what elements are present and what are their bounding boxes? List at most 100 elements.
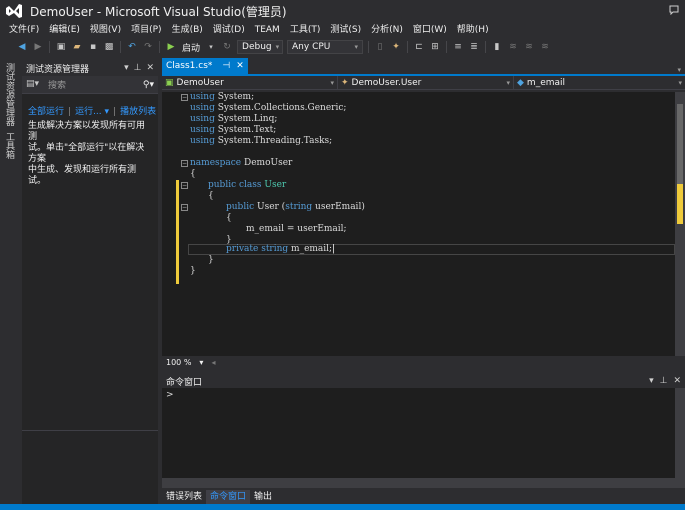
feedback-icon[interactable]	[669, 5, 679, 16]
solution-config-select[interactable]: Debug ▾	[237, 40, 284, 54]
class-dropdown[interactable]: ✦ DemoUser.User ▾	[338, 76, 514, 90]
menu-project[interactable]: 项目(P)	[126, 22, 166, 38]
chevron-down-icon[interactable]: ▾	[673, 66, 685, 74]
tab-class1-cs[interactable]: Class1.cs* ⊣ ✕	[162, 58, 248, 74]
new-project-icon[interactable]: ▣	[55, 41, 67, 53]
close-icon[interactable]: ✕	[673, 376, 681, 386]
collapse-icon[interactable]: −	[181, 160, 188, 167]
menu-view[interactable]: 视图(V)	[85, 22, 126, 38]
navigate-back-icon[interactable]: ◀	[16, 41, 28, 53]
field-icon: ◆	[517, 78, 524, 88]
redo-icon[interactable]: ↷	[142, 41, 154, 53]
run-all-link[interactable]: 全部运行	[28, 107, 64, 117]
code-text: User (	[254, 202, 286, 212]
code-text: System.Linq;	[214, 114, 278, 124]
chevron-down-icon[interactable]: ▾	[195, 358, 207, 367]
code-keyword: using	[190, 114, 215, 124]
code-line: using System.Linq;	[190, 114, 277, 125]
group-by-icon[interactable]: ▤▾	[26, 79, 40, 91]
project-dropdown[interactable]: ▣ DemoUser ▾	[162, 76, 338, 90]
tab-command-window[interactable]: 命令窗口	[206, 490, 251, 504]
uncomment-icon[interactable]: ≣	[468, 41, 480, 53]
menu-analyze[interactable]: 分析(N)	[366, 22, 408, 38]
toolbar-separator	[485, 41, 487, 53]
undo-icon[interactable]: ↶	[126, 41, 138, 53]
pin-icon[interactable]: ⊥	[134, 63, 142, 73]
menu-build[interactable]: 生成(B)	[167, 22, 208, 38]
link-separator: |	[113, 107, 117, 117]
comment-icon[interactable]: ≡	[452, 41, 464, 53]
tab-output[interactable]: 输出	[250, 490, 276, 504]
next-bookmark-icon[interactable]: ≋	[523, 41, 535, 53]
zoom-level-select[interactable]: 100 %	[162, 358, 195, 367]
code-text: {	[190, 169, 196, 179]
editor-vertical-scrollbar[interactable]	[675, 92, 685, 356]
solution-config-value: Debug	[242, 42, 272, 52]
pin-icon[interactable]: ⊣	[222, 61, 230, 71]
member-dropdown[interactable]: ◆ m_email ▾	[514, 76, 685, 90]
close-icon[interactable]: ✕	[236, 61, 244, 71]
scroll-left-icon[interactable]: ◂	[207, 358, 219, 367]
test-explorer-title: 测试资源管理器	[26, 64, 90, 75]
menu-window[interactable]: 窗口(W)	[408, 22, 452, 38]
chevron-down-icon[interactable]: ▾	[649, 376, 654, 386]
clear-bookmarks-icon[interactable]: ≋	[539, 41, 551, 53]
tab-toolbox[interactable]: 工具箱	[0, 129, 18, 162]
search-icon[interactable]: ⚲▾	[143, 80, 154, 90]
test-explorer-header: 测试资源管理器 ▾ ⊥ ✕	[22, 60, 158, 76]
chevron-down-icon[interactable]: ▾	[205, 41, 217, 53]
code-text: DemoUser	[241, 158, 293, 168]
solution-platform-select[interactable]: Any CPU ▾	[287, 40, 364, 54]
code-line: private string m_email;|	[226, 244, 335, 255]
command-input[interactable]: >	[162, 388, 685, 402]
menu-debug[interactable]: 调试(D)	[208, 22, 250, 38]
bottom-tool-tabs: 错误列表 命令窗口 输出	[162, 490, 685, 504]
solution-explorer-icon[interactable]: ⊏	[413, 41, 425, 53]
code-keyword: namespace	[190, 158, 242, 168]
menu-test[interactable]: 测试(S)	[325, 22, 366, 38]
command-vertical-scrollbar[interactable]	[675, 388, 685, 488]
tab-error-list[interactable]: 错误列表	[162, 490, 206, 504]
start-button[interactable]: 启动	[182, 41, 200, 54]
start-debug-icon[interactable]: ▶	[165, 41, 177, 53]
pin-icon[interactable]: ⊥	[660, 376, 668, 386]
find-in-files-icon[interactable]: ▯	[374, 41, 386, 53]
toolbar-separator	[159, 41, 160, 53]
tab-test-explorer[interactable]: 测试资源管理器	[0, 60, 18, 129]
toolbar-separator	[446, 41, 448, 53]
menu-file[interactable]: 文件(F)	[4, 22, 44, 38]
document-tab-bar: Class1.cs* ⊣ ✕ ▾	[162, 58, 685, 76]
playlist-link[interactable]: 播放列表	[120, 107, 156, 117]
menu-tools[interactable]: 工具(T)	[285, 22, 326, 38]
test-search-input[interactable]: 搜索	[40, 78, 143, 91]
code-keyword: public class	[208, 180, 262, 190]
menu-help[interactable]: 帮助(H)	[452, 22, 494, 38]
bookmark-icon[interactable]: ▮	[491, 41, 503, 53]
run-link[interactable]: 运行...	[75, 107, 102, 117]
collapse-icon[interactable]: −	[181, 94, 188, 101]
properties-icon[interactable]: ⊞	[429, 41, 441, 53]
code-editor: Class1.cs* ⊣ ✕ ▾ ▣ DemoUser ▾ ✦ DemoUser…	[162, 58, 685, 370]
browser-link-icon[interactable]: ✦	[390, 41, 402, 53]
command-horizontal-scrollbar[interactable]	[162, 478, 675, 488]
chevron-down-icon: ▾	[330, 79, 334, 87]
code-line: using System;	[190, 92, 254, 103]
standard-toolbar: ◀ ▶ ▣ ▰ ▪ ▩ ↶ ↷ ▶ 启动 ▾ ↻ Debug ▾ Any CPU ▾…	[0, 38, 685, 56]
save-all-icon[interactable]: ▩	[103, 41, 115, 53]
menu-team[interactable]: TEAM	[250, 22, 285, 38]
save-icon[interactable]: ▪	[87, 41, 99, 53]
chevron-down-icon[interactable]: ▾	[102, 107, 110, 117]
close-icon[interactable]: ✕	[146, 63, 154, 73]
open-file-icon[interactable]: ▰	[71, 41, 83, 53]
code-line: namespace DemoUser	[190, 158, 292, 169]
collapse-icon[interactable]: −	[181, 182, 188, 189]
collapse-icon[interactable]: −	[181, 204, 188, 211]
navigate-forward-icon[interactable]: ▶	[32, 41, 44, 53]
chevron-down-icon[interactable]: ▾	[124, 63, 129, 73]
menu-edit[interactable]: 编辑(E)	[44, 22, 85, 38]
refresh-icon[interactable]: ↻	[221, 41, 233, 53]
code-text-area[interactable]: − using System; using System.Collections…	[162, 92, 675, 356]
code-type: User	[261, 180, 287, 190]
code-line: {	[208, 191, 214, 202]
prev-bookmark-icon[interactable]: ≋	[507, 41, 519, 53]
